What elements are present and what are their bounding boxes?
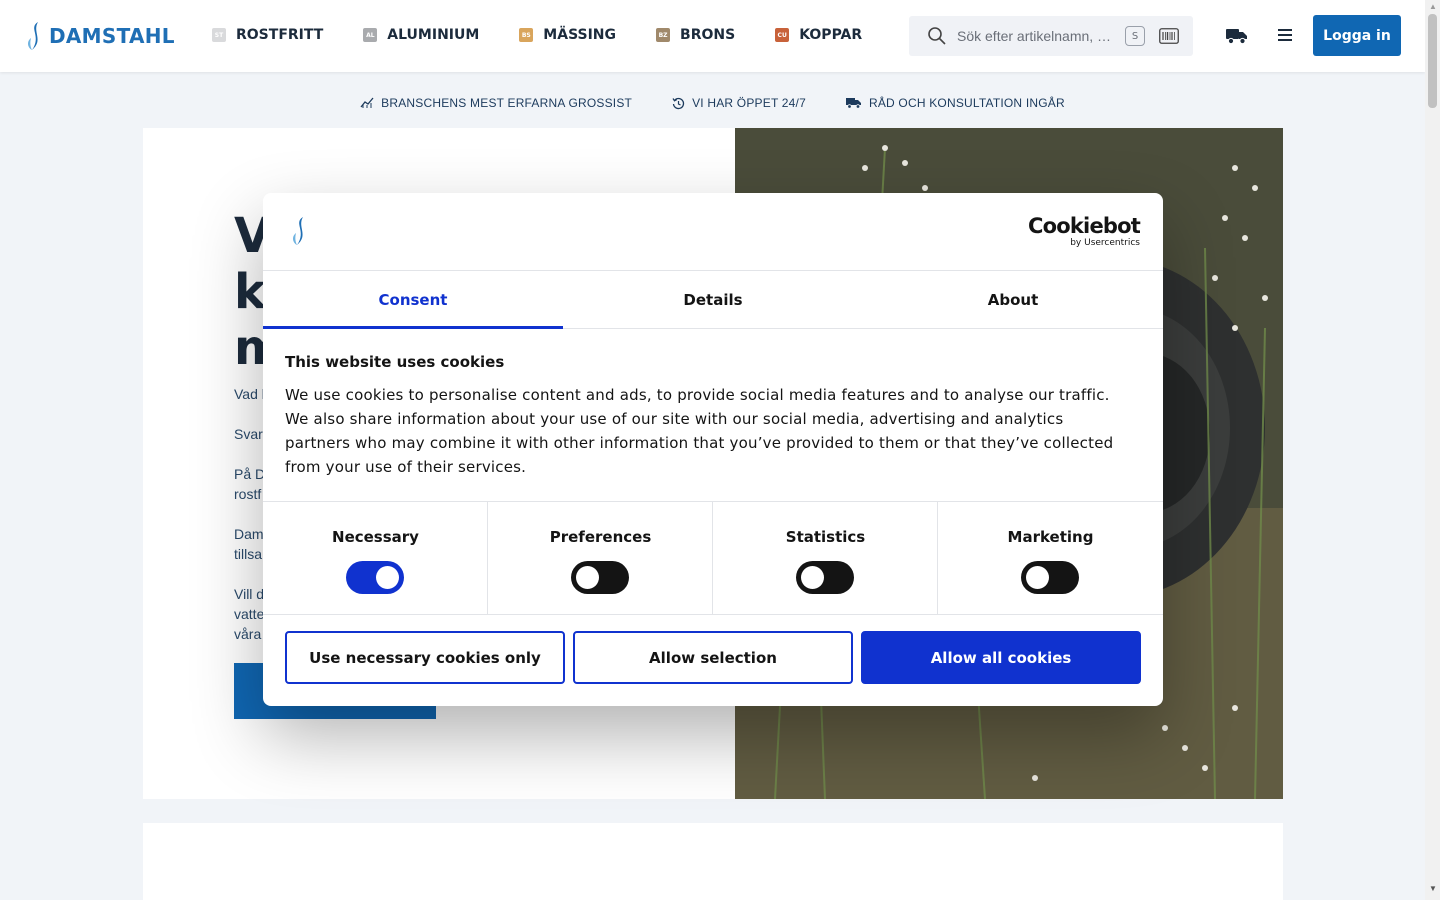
massing-badge-icon: Bs	[519, 28, 534, 42]
content-card	[143, 823, 1283, 900]
aluminium-badge-icon: Al	[363, 28, 378, 42]
damstahl-swoosh-icon	[293, 217, 303, 245]
search-shortcut-key: S	[1125, 26, 1145, 46]
category-preferences: Preferences	[488, 502, 713, 615]
usp-label: BRANSCHENS MEST ERFARNA GROSSIST	[381, 96, 633, 110]
dialog-description: We use cookies to personalise content an…	[285, 386, 1114, 476]
toggle-knob	[376, 566, 399, 589]
cookiebot-brand: Cookiebot	[1028, 214, 1141, 238]
page-scrollbar[interactable]: ▲ ▼	[1425, 0, 1440, 900]
category-label: Necessary	[332, 528, 419, 546]
necessary-toggle[interactable]	[346, 561, 404, 594]
nav-item-aluminium[interactable]: Al ALUMINIUM	[363, 24, 479, 46]
use-necessary-only-button[interactable]: Use necessary cookies only	[285, 631, 565, 684]
chart-icon	[360, 97, 374, 108]
nav-item-massing[interactable]: Bs MÄSSING	[519, 24, 616, 46]
scroll-down-arrow-icon[interactable]: ▼	[1429, 884, 1437, 893]
toggle-knob	[1026, 566, 1049, 589]
allow-selection-button[interactable]: Allow selection	[573, 631, 853, 684]
nav-label: KOPPAR	[799, 27, 863, 43]
damstahl-logo[interactable]: DAMSTAHL	[22, 18, 175, 54]
tab-about[interactable]: About	[863, 271, 1163, 328]
marketing-toggle[interactable]	[1021, 561, 1079, 594]
tab-details[interactable]: Details	[563, 271, 863, 328]
nav-item-koppar[interactable]: Cu KOPPAR	[775, 24, 862, 46]
dialog-buttons: Use necessary cookies only Allow selecti…	[285, 631, 1141, 684]
nav-item-brons[interactable]: Bz BRONS	[656, 24, 735, 46]
nav-label: MÄSSING	[543, 27, 617, 43]
site-header: DAMSTAHL St ROSTFRITT Al ALUMINIUM Bs MÄ…	[0, 0, 1425, 72]
usp-label: VI HAR ÖPPET 24/7	[692, 96, 806, 110]
dialog-header: Cookiebot by Usercentrics	[263, 193, 1163, 271]
delivery-truck-icon[interactable]	[1226, 27, 1248, 45]
category-label: Preferences	[549, 528, 652, 546]
nav-label: BRONS	[680, 27, 736, 43]
category-label: Marketing	[1007, 528, 1094, 546]
material-nav: St ROSTFRITT Al ALUMINIUM Bs MÄSSING Bz …	[212, 24, 902, 46]
dialog-title: This website uses cookies	[285, 353, 505, 371]
usp-label: RÅD OCH KONSULTATION INGÅR	[868, 96, 1065, 110]
preferences-toggle[interactable]	[571, 561, 629, 594]
scroll-thumb[interactable]	[1428, 14, 1437, 108]
category-label: Statistics	[785, 528, 866, 546]
nav-item-rostfritt[interactable]: St ROSTFRITT	[212, 24, 323, 46]
statistics-toggle[interactable]	[796, 561, 854, 594]
search-input[interactable]	[957, 16, 1117, 56]
brons-badge-icon: Bz	[656, 28, 671, 42]
barcode-scan-icon[interactable]	[1159, 28, 1179, 44]
category-statistics: Statistics	[713, 502, 938, 615]
rostfritt-badge-icon: St	[212, 28, 226, 42]
search-box	[909, 16, 1193, 56]
usp-item: BRANSCHENS MEST ERFARNA GROSSIST	[360, 96, 632, 110]
login-button[interactable]: Logga in	[1313, 15, 1401, 56]
usp-item: RÅD OCH KONSULTATION INGÅR	[845, 96, 1065, 110]
koppar-badge-icon: Cu	[775, 28, 790, 42]
usp-item: VI HAR ÖPPET 24/7	[672, 96, 806, 110]
scroll-up-arrow-icon[interactable]: ▲	[1429, 2, 1437, 11]
truck-icon	[845, 98, 861, 109]
category-necessary: Necessary	[263, 502, 488, 615]
cookiebot-sub: by Usercentrics	[1070, 238, 1140, 248]
clock-icon	[672, 97, 685, 109]
tab-consent[interactable]: Consent	[263, 271, 563, 329]
usp-bar: BRANSCHENS MEST ERFARNA GROSSIST VI HAR …	[0, 96, 1425, 110]
dialog-tabs: Consent Details About	[263, 271, 1163, 329]
toggle-knob	[801, 566, 824, 589]
hamburger-menu-icon[interactable]	[1277, 28, 1293, 42]
cookie-categories: Necessary Preferences Statistics Marketi…	[263, 501, 1163, 615]
logo-text: DAMSTAHL	[49, 24, 175, 48]
category-marketing: Marketing	[938, 502, 1163, 615]
search-icon[interactable]	[927, 26, 947, 46]
cookie-consent-dialog: Cookiebot by Usercentrics Consent Detail…	[263, 193, 1163, 706]
allow-all-cookies-button[interactable]: Allow all cookies	[861, 631, 1141, 684]
cookiebot-logo[interactable]: Cookiebot by Usercentrics	[1028, 214, 1141, 248]
toggle-knob	[576, 566, 599, 589]
logo-swoosh-icon	[28, 22, 38, 50]
nav-label: ALUMINIUM	[387, 27, 480, 43]
nav-label: ROSTFRITT	[236, 27, 324, 43]
